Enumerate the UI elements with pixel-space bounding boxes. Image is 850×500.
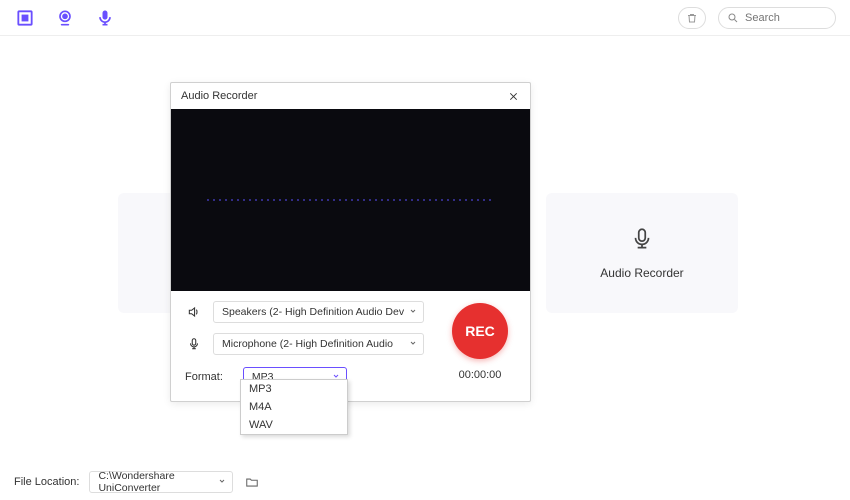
top-toolbar [0, 0, 850, 36]
record-timer: 00:00:00 [459, 369, 502, 381]
modal-title: Audio Recorder [181, 90, 257, 102]
waveform-display [171, 109, 530, 291]
top-right-controls [678, 7, 836, 29]
speaker-value: Speakers (2- High Definition Audio Dev [222, 306, 404, 318]
screen-record-icon[interactable] [14, 7, 36, 29]
mic-select[interactable]: Microphone (2- High Definition Audio [213, 333, 424, 355]
microphone-icon [185, 335, 203, 353]
chevron-down-icon [409, 306, 417, 318]
format-option-m4a[interactable]: M4A [241, 398, 347, 416]
file-location-value: C:\Wondershare UniConverter [98, 470, 214, 494]
format-option-mp3[interactable]: MP3 [241, 380, 347, 398]
open-folder-button[interactable] [243, 473, 261, 491]
webcam-icon[interactable] [54, 7, 76, 29]
speaker-icon [185, 303, 203, 321]
waveform-line [207, 200, 494, 201]
microphone-icon [629, 226, 655, 252]
chevron-down-icon [218, 476, 226, 488]
record-button[interactable]: REC [452, 303, 508, 359]
trash-button[interactable] [678, 7, 706, 29]
speaker-row: Speakers (2- High Definition Audio Dev [185, 301, 424, 323]
search-input[interactable] [745, 12, 825, 24]
main-area: Audio Recorder Audio Recorder Speakers (… [0, 36, 850, 464]
chevron-down-icon [409, 338, 417, 350]
modal-body: Speakers (2- High Definition Audio Dev M… [171, 291, 530, 401]
mode-icons [14, 7, 116, 29]
device-controls: Speakers (2- High Definition Audio Dev M… [185, 301, 424, 387]
audio-recorder-icon[interactable] [94, 7, 116, 29]
mic-value: Microphone (2- High Definition Audio [222, 338, 393, 350]
bg-card-label: Audio Recorder [600, 266, 683, 280]
search-icon [727, 12, 739, 24]
modal-header: Audio Recorder [171, 83, 530, 109]
bottom-bar: File Location: C:\Wondershare UniConvert… [0, 464, 850, 500]
file-location-label: File Location: [14, 476, 79, 488]
audio-recorder-modal: Audio Recorder Speakers (2- High Definit… [170, 82, 531, 402]
format-dropdown: MP3 M4A WAV [240, 379, 348, 435]
format-option-wav[interactable]: WAV [241, 416, 347, 434]
file-location-select[interactable]: C:\Wondershare UniConverter [89, 471, 233, 493]
mic-row: Microphone (2- High Definition Audio [185, 333, 424, 355]
format-label: Format: [185, 371, 223, 383]
record-label: REC [465, 323, 495, 339]
search-box[interactable] [718, 7, 836, 29]
speaker-select[interactable]: Speakers (2- High Definition Audio Dev [213, 301, 424, 323]
bg-card-audio-recorder[interactable]: Audio Recorder [546, 193, 738, 313]
record-column: REC 00:00:00 [444, 301, 516, 387]
close-button[interactable] [506, 89, 520, 103]
